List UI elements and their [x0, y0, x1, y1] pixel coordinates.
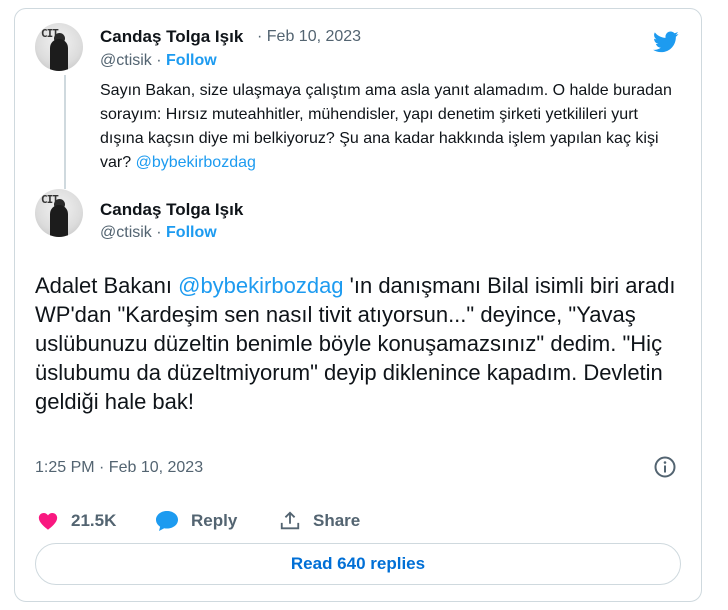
- reply-date[interactable]: · Feb 10, 2023: [257, 28, 361, 46]
- main-tweet-text: Adalet Bakanı @bybekirbozdag 'ın danışma…: [35, 271, 685, 416]
- reply-label: Reply: [191, 511, 238, 530]
- reply-mention-link[interactable]: @bybekirbozdag: [136, 154, 256, 171]
- thread-connector-line: [64, 75, 66, 189]
- share-label: Share: [313, 511, 361, 530]
- reply-handle[interactable]: @ctisik: [100, 52, 152, 69]
- main-handle-row: @ctisik · Follow: [100, 224, 217, 242]
- info-icon[interactable]: [653, 455, 677, 479]
- reply-author-avatar[interactable]: CIT: [35, 23, 83, 71]
- separator: ·: [151, 224, 167, 241]
- like-count: 21.5K: [71, 511, 117, 530]
- speech-bubble-icon: [156, 511, 178, 531]
- reply-tweet-text: Sayın Bakan, size ulaşmaya çalıştım ama …: [100, 79, 680, 175]
- twitter-bird-icon[interactable]: [651, 29, 681, 55]
- reply-author-name[interactable]: Candaş Tolga Işık: [100, 27, 243, 47]
- heart-icon: [38, 513, 58, 530]
- share-upload-icon: [280, 511, 300, 530]
- main-author-name[interactable]: Candaş Tolga Işık: [100, 200, 243, 220]
- main-mention-link[interactable]: @bybekirbozdag: [178, 273, 343, 298]
- like-action[interactable]: 21.5K: [37, 509, 116, 533]
- tweet-embed-card: CIT Candaş Tolga Işık · Feb 10, 2023 @ct…: [14, 8, 702, 602]
- avatar-figure: [50, 205, 68, 237]
- main-author-avatar[interactable]: CIT: [35, 189, 83, 237]
- main-handle[interactable]: @ctisik: [100, 224, 152, 241]
- separator: ·: [151, 52, 167, 69]
- main-follow-button[interactable]: Follow: [166, 224, 217, 241]
- reply-handle-row: @ctisik · Follow: [100, 52, 217, 70]
- avatar-figure: [50, 39, 68, 71]
- share-action[interactable]: Share: [279, 509, 360, 533]
- reply-action[interactable]: Reply: [155, 509, 237, 533]
- read-replies-button[interactable]: Read 640 replies: [35, 543, 681, 585]
- main-text-prefix: Adalet Bakanı: [35, 273, 179, 298]
- reply-follow-button[interactable]: Follow: [166, 52, 217, 69]
- tweet-timestamp[interactable]: 1:25 PM · Feb 10, 2023: [35, 459, 203, 477]
